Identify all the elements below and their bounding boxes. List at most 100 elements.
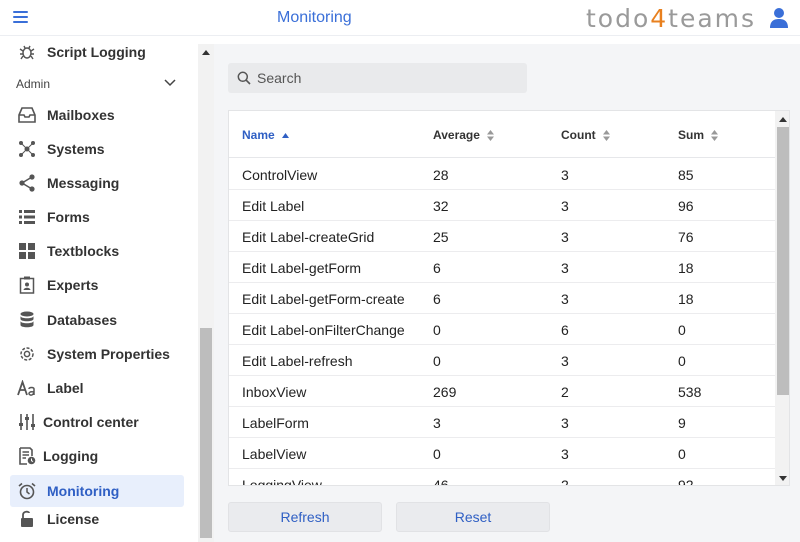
table-row[interactable]: Edit Label-getForm-create 6 3 18: [229, 283, 775, 314]
bug-icon: [17, 42, 37, 62]
column-header-count[interactable]: Count: [561, 128, 610, 142]
sidebar-item-label: Monitoring: [47, 483, 120, 499]
sidebar-item-label: Systems: [47, 141, 105, 157]
network-icon: [17, 139, 37, 159]
sort-asc-icon: [281, 132, 289, 138]
main-content: Name Average Count Sum: [214, 44, 800, 542]
cell-sum: 18: [678, 291, 694, 307]
cell-count: 3: [561, 291, 569, 307]
table-row[interactable]: Edit Label 32 3 96: [229, 190, 775, 221]
sidebar-item-license[interactable]: License: [10, 503, 184, 535]
sliders-icon: [17, 412, 37, 432]
cell-count: 3: [561, 229, 569, 245]
column-header-label: Sum: [678, 128, 705, 142]
grid-icon: [17, 241, 37, 261]
table-row[interactable]: ControlView 28 3 85: [229, 159, 775, 190]
column-header-label: Count: [561, 128, 596, 142]
cell-count: 3: [561, 167, 569, 183]
column-header-name[interactable]: Name: [242, 128, 289, 142]
font-icon: [17, 378, 37, 398]
scroll-up-arrow[interactable]: [779, 117, 787, 122]
sidebar-item-label: Messaging: [47, 175, 120, 191]
sidebar-item-systems[interactable]: Systems: [10, 133, 184, 165]
sidebar-item-messaging[interactable]: Messaging: [10, 167, 184, 199]
database-icon: [17, 310, 37, 330]
sidebar-item-label: License: [47, 511, 100, 527]
column-header-sum[interactable]: Sum: [678, 128, 719, 142]
sidebar-scrollbar[interactable]: [198, 44, 214, 542]
sidebar-item-system-properties[interactable]: System Properties: [10, 338, 184, 370]
cell-average: 3: [433, 415, 441, 431]
cell-name: Edit Label-refresh: [242, 353, 353, 369]
scroll-up-arrow[interactable]: [202, 50, 210, 55]
sidebar-item-label: Logging: [43, 448, 99, 464]
sidebar-item-forms[interactable]: Forms: [10, 201, 184, 233]
cell-name: InboxView: [242, 384, 307, 400]
search-box[interactable]: [228, 63, 527, 93]
table-row[interactable]: LabelView 0 3 0: [229, 438, 775, 469]
table-row[interactable]: LabelForm 3 3 9: [229, 407, 775, 438]
sidebar-item-control-center[interactable]: Control center: [10, 406, 184, 438]
table-row[interactable]: InboxView 269 2 538: [229, 376, 775, 407]
sort-icon: [602, 129, 610, 141]
cell-name: Edit Label-getForm-create: [242, 291, 405, 307]
scrollbar-thumb[interactable]: [200, 328, 212, 538]
badge-icon: [17, 275, 37, 295]
cell-count: 3: [561, 415, 569, 431]
search-icon: [237, 71, 251, 85]
chevron-down-icon: [164, 79, 176, 87]
sidebar-section-admin[interactable]: Admin: [16, 77, 178, 91]
menu-icon[interactable]: [13, 11, 28, 23]
table-row[interactable]: LoggingView 46 2 92: [229, 469, 775, 486]
cell-sum: 0: [678, 353, 686, 369]
log-icon: [17, 446, 37, 466]
cell-average: 25: [433, 229, 449, 245]
sidebar-item-script-logging[interactable]: Script Logging: [10, 36, 184, 68]
sidebar-item-label-nav[interactable]: Label: [10, 372, 184, 404]
sidebar-item-label: Databases: [47, 312, 118, 328]
sidebar-item-textblocks[interactable]: Textblocks: [10, 235, 184, 267]
gear-icon: [17, 344, 37, 364]
inbox-icon: [17, 105, 37, 125]
cell-count: 2: [561, 477, 569, 486]
sidebar-item-logging[interactable]: Logging: [10, 440, 184, 472]
cell-name: Edit Label: [242, 198, 305, 214]
cell-name: Edit Label-onFilterChange: [242, 322, 405, 338]
sidebar-item-label: Label: [47, 380, 84, 396]
sidebar-item-label: System Properties: [47, 346, 170, 362]
search-input[interactable]: [257, 70, 497, 86]
column-header-label: Average: [433, 128, 480, 142]
table-row[interactable]: Edit Label-refresh 0 3 0: [229, 345, 775, 376]
scroll-down-arrow[interactable]: [779, 476, 787, 481]
refresh-button[interactable]: Refresh: [228, 502, 382, 532]
cell-name: LabelView: [242, 446, 307, 462]
logo-prefix: todo: [586, 4, 651, 33]
app-header: Monitoring todo4teams: [0, 0, 800, 36]
table-row[interactable]: Edit Label-getForm 6 3 18: [229, 252, 775, 283]
cell-sum: 76: [678, 229, 694, 245]
table-scrollbar[interactable]: [775, 111, 789, 485]
table-row[interactable]: Edit Label-createGrid 25 3 76: [229, 221, 775, 252]
cell-name: Edit Label-createGrid: [242, 229, 375, 245]
scrollbar-thumb[interactable]: [777, 127, 789, 395]
reset-button[interactable]: Reset: [396, 502, 550, 532]
cell-average: 0: [433, 322, 441, 338]
cell-average: 28: [433, 167, 449, 183]
cell-name: ControlView: [242, 167, 318, 183]
cell-sum: 9: [678, 415, 686, 431]
lock-icon: [17, 509, 37, 529]
table-row[interactable]: Edit Label-onFilterChange 0 6 0: [229, 314, 775, 345]
sidebar: Script Logging Admin Mailboxes Systems M…: [0, 36, 198, 542]
table-header: Name Average Count Sum: [229, 111, 775, 158]
cell-sum: 18: [678, 260, 694, 276]
sidebar-item-mailboxes[interactable]: Mailboxes: [10, 99, 184, 131]
user-icon[interactable]: [769, 7, 789, 29]
cell-average: 32: [433, 198, 449, 214]
column-header-average[interactable]: Average: [433, 128, 494, 142]
cell-sum: 0: [678, 322, 686, 338]
cell-name: LoggingView: [242, 477, 322, 486]
sidebar-item-databases[interactable]: Databases: [10, 304, 184, 336]
logo-four: 4: [650, 4, 669, 33]
sidebar-item-experts[interactable]: Experts: [10, 269, 184, 301]
cell-sum: 0: [678, 446, 686, 462]
